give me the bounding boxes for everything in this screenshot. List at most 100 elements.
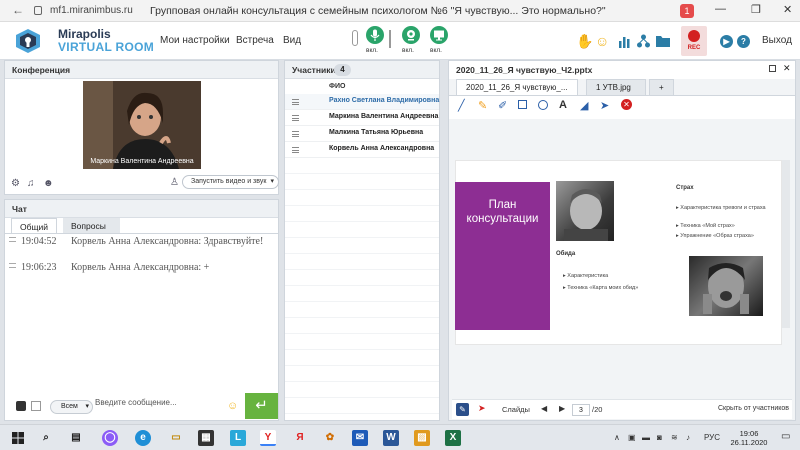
minimize-button[interactable]: — (715, 3, 726, 15)
raise-hand-icon[interactable]: ✋ (576, 33, 593, 50)
emoji-icon[interactable]: ☺ (595, 33, 609, 49)
tray-expand-icon[interactable]: ∧ (614, 433, 620, 442)
menu-meeting[interactable]: Встреча (236, 35, 274, 46)
edge-browser-icon[interactable]: e (135, 430, 151, 446)
tray-app-icon[interactable]: ◙ (657, 433, 662, 442)
message-menu-icon[interactable] (9, 263, 16, 268)
participant-row[interactable]: Рахно Светлана Владимировна (285, 94, 439, 110)
close-panel-icon[interactable]: ✕ (783, 63, 791, 74)
participant-row[interactable]: Малкина Татьяна Юрьевна (285, 126, 439, 142)
word-icon[interactable]: W (383, 430, 399, 446)
poll-chart-icon[interactable] (618, 35, 631, 48)
pointer-tool-icon[interactable]: ➤ (600, 99, 609, 112)
add-doc-tab-button[interactable]: + (649, 79, 674, 95)
next-slide-button[interactable]: ▶ (559, 404, 565, 413)
maximize-button[interactable]: ❐ (751, 3, 761, 16)
start-video-dropdown[interactable]: Запустить видео и звук ▾ (182, 175, 279, 189)
file-explorer-icon[interactable]: ▭ (168, 430, 184, 446)
gallery-icon[interactable]: ▨ (414, 430, 430, 446)
menu-view[interactable]: Вид (283, 35, 301, 46)
windows-taskbar: ⌕ ▤ ◯ e ▭ ▦ L Y Я ✿ ✉ W ▨ X ∧ ▣ ▬ ◙ ≋ ♪ … (0, 424, 800, 450)
mail-icon[interactable]: ✉ (352, 430, 368, 446)
tab-general[interactable]: Общий (11, 218, 57, 233)
rectangle-tool-icon[interactable] (518, 100, 527, 109)
windows-start-icon[interactable] (12, 432, 24, 444)
taskbar-clock[interactable]: 19:06 26.11.2020 (724, 429, 774, 447)
tray-battery-icon[interactable]: ▬ (642, 433, 650, 442)
back-arrow-icon[interactable]: ← (12, 3, 24, 17)
color-tool-icon[interactable]: ◢ (580, 99, 588, 112)
video-settings-icon[interactable]: ⚙ (11, 178, 20, 189)
audience-select[interactable]: Всем ▾ (50, 400, 93, 414)
exit-button[interactable]: Выход (762, 35, 792, 46)
tray-volume-icon[interactable]: ♪ (686, 433, 690, 442)
prev-slide-button[interactable]: ◀ (541, 404, 547, 413)
paint-icon[interactable]: ✿ (322, 430, 338, 446)
excel-icon[interactable]: X (445, 430, 461, 446)
message-input[interactable]: Введите сообщение... (95, 398, 177, 407)
search-icon[interactable]: ⌕ (38, 430, 54, 446)
menu-my-settings[interactable]: Мои настройки (160, 35, 230, 46)
slide-heading-offense: Обида (556, 251, 576, 257)
send-button[interactable]: ↵ (245, 393, 278, 419)
chat-panel: Чат Общий Вопросы 19:04:52 Корвель Анна … (4, 199, 279, 421)
users-icon[interactable]: ☻ (43, 178, 54, 189)
tray-network-icon[interactable]: ▣ (628, 433, 636, 442)
task-view-icon[interactable]: ▤ (68, 430, 84, 446)
ellipse-tool-icon[interactable] (538, 100, 548, 110)
yandex-icon[interactable]: Я (292, 430, 308, 446)
language-indicator[interactable]: РУС (704, 433, 720, 442)
folder-icon[interactable] (656, 35, 670, 47)
store-icon[interactable]: ▦ (198, 430, 214, 446)
close-window-button[interactable]: ✕ (783, 3, 792, 16)
drag-handle-icon[interactable] (292, 99, 299, 105)
marker-tool-icon[interactable]: ✎ (478, 99, 487, 112)
video-feed[interactable]: Маркина Валентина Андреевна (83, 81, 201, 169)
tab-questions[interactable]: Вопросы (63, 218, 120, 233)
camera-label: вкл. (402, 47, 414, 54)
text-tool-icon[interactable]: A (559, 99, 567, 111)
address-url[interactable]: mf1.miranimbus.ru (50, 5, 133, 16)
help-icon[interactable]: ▶ (720, 35, 733, 48)
mic-toggle-switch[interactable] (352, 30, 358, 46)
doc-tab-jpg[interactable]: 1 УТВ.jpg (586, 79, 646, 95)
notification-badge[interactable]: 1 (680, 4, 694, 18)
column-header-name[interactable]: ФИО (329, 83, 345, 90)
volume-slider[interactable] (389, 30, 391, 48)
chat-message-time: 19:04:52 (21, 236, 57, 247)
laser-pointer-icon[interactable]: ➤ (478, 403, 486, 414)
audio-icon[interactable]: ♫ (27, 178, 35, 189)
tray-wifi-icon[interactable]: ≋ (671, 433, 678, 442)
webcam-icon (407, 30, 415, 41)
participant-name: Малкина Татьяна Юрьевна (329, 129, 424, 136)
pen-tool-icon[interactable]: ╱ (458, 99, 465, 112)
mic-button[interactable] (366, 26, 384, 44)
message-menu-icon[interactable] (9, 237, 16, 242)
maximize-panel-icon[interactable] (769, 65, 776, 72)
text-color-icon[interactable] (16, 401, 26, 411)
drag-handle-icon[interactable] (292, 131, 299, 137)
camera-button[interactable] (402, 26, 420, 44)
screen-share-button[interactable] (430, 26, 448, 44)
emoji-picker-icon[interactable]: ☺ (227, 400, 238, 412)
clear-tool-icon[interactable]: ✕ (621, 99, 632, 110)
l-app-icon[interactable]: L (230, 430, 246, 446)
participant-row[interactable]: Корвель Анна Александровна (285, 142, 439, 158)
drag-handle-icon[interactable] (292, 115, 299, 121)
eraser-tool-icon[interactable]: ✐ (498, 99, 507, 112)
yandex-browser-icon[interactable]: Y (260, 430, 276, 446)
network-icon[interactable] (637, 34, 650, 48)
page-number-input[interactable]: 3 (572, 404, 590, 416)
hide-from-participants-button[interactable]: Скрыть от участников (718, 405, 789, 412)
draw-mode-icon[interactable]: ✎ (456, 403, 469, 416)
alice-icon[interactable]: ◯ (102, 430, 118, 446)
question-icon[interactable]: ? (737, 35, 750, 48)
drag-handle-icon[interactable] (292, 147, 299, 153)
doc-tab-pptx[interactable]: 2020_11_26_Я чувствую_... (456, 79, 578, 95)
background-color-icon[interactable] (31, 401, 41, 411)
participant-row[interactable]: Маркина Валентина Андреевна (285, 110, 439, 126)
notifications-icon[interactable]: ▭ (781, 431, 790, 442)
slide-scrollbar[interactable] (782, 160, 790, 328)
slides-label[interactable]: Слайды (502, 405, 530, 414)
record-button[interactable]: REC (681, 26, 707, 56)
